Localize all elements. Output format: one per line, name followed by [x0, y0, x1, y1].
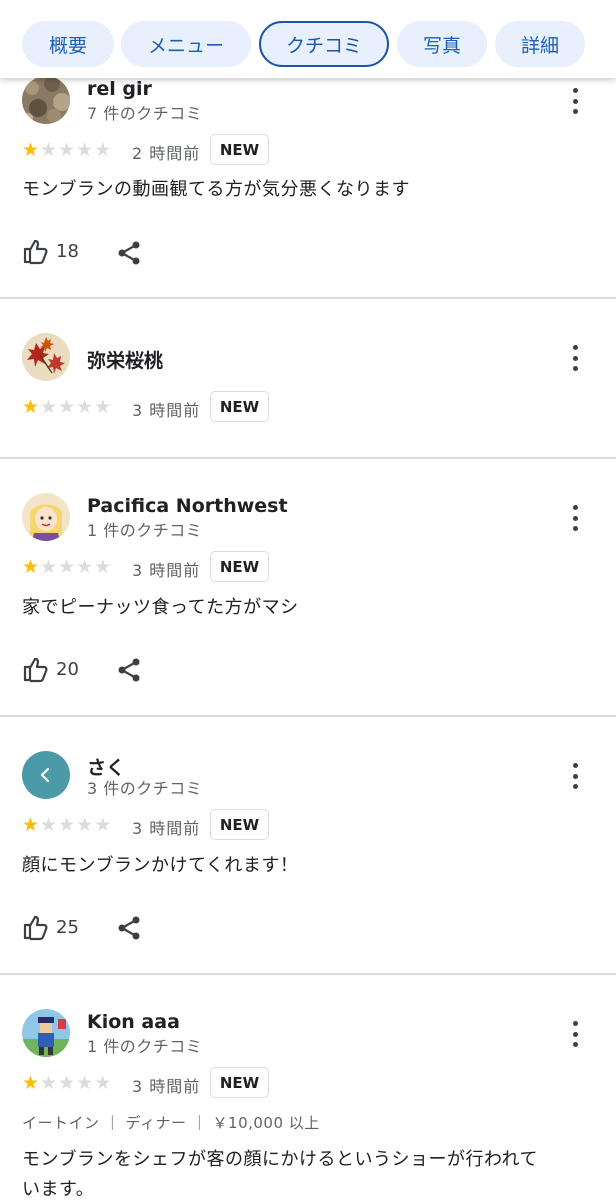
review-text: 顔にモンブランかけてくれます！ — [22, 855, 299, 876]
review-count: 7 件のクチコミ — [87, 104, 203, 123]
review-text: モンブランの動画観てる方が気分悪くなります — [22, 179, 410, 200]
review-count: 3 件のクチコミ — [87, 779, 203, 798]
new-badge: NEW — [210, 809, 269, 840]
star-icon: ★ — [94, 1072, 112, 1094]
like-count: 20 — [56, 658, 79, 680]
review-time: 3 時間前 — [132, 1077, 201, 1096]
star-icon: ★ — [22, 556, 40, 578]
star-rating: ★ ★ ★ ★ ★ — [22, 815, 111, 835]
star-icon: ★ — [58, 396, 76, 418]
tab-photos[interactable]: 写真 — [397, 21, 487, 67]
review-text: モンブランをシェフが客の顔にかけるというショーが行われて います。 — [22, 1145, 597, 1200]
star-rating: ★ ★ ★ ★ ★ — [22, 397, 111, 417]
maple-leaf-avatar — [22, 333, 70, 381]
chevron-left-icon — [40, 767, 50, 783]
star-icon: ★ — [22, 396, 40, 418]
star-rating: ★ ★ ★ ★ ★ — [22, 140, 111, 160]
star-icon: ★ — [76, 814, 94, 836]
star-icon: ★ — [58, 1072, 76, 1094]
share-icon — [118, 241, 140, 265]
reviewer-name[interactable]: 弥栄桜桃 — [87, 346, 163, 373]
reviewer-avatar[interactable] — [22, 1009, 70, 1057]
star-icon: ★ — [94, 396, 112, 418]
game-character-avatar — [22, 1009, 70, 1057]
new-badge: NEW — [210, 1067, 269, 1098]
star-icon: ★ — [76, 139, 94, 161]
review-card: さく 3 件のクチコミ ★ ★ ★ ★ ★ 3 時間前 NEW 顔にモンブランか… — [0, 717, 616, 973]
star-icon: ★ — [40, 139, 58, 161]
star-icon: ★ — [58, 556, 76, 578]
reviewer-avatar[interactable] — [22, 493, 70, 541]
review-count: 1 件のクチコミ — [87, 1037, 203, 1056]
star-rating: ★ ★ ★ ★ ★ — [22, 557, 111, 577]
new-badge: NEW — [210, 551, 269, 582]
reviewer-avatar[interactable] — [22, 333, 70, 381]
star-icon: ★ — [40, 1072, 58, 1094]
like-button[interactable]: 25 — [22, 913, 79, 941]
thumbs-up-icon — [23, 657, 48, 683]
share-icon — [118, 916, 140, 940]
reviewer-avatar[interactable] — [22, 751, 70, 799]
tab-overview[interactable]: 概要 — [22, 21, 114, 67]
more-options-icon[interactable] — [564, 761, 586, 791]
like-button[interactable]: 18 — [22, 237, 79, 265]
reviewer-name[interactable]: Kion aaa — [87, 1011, 180, 1033]
tab-details[interactable]: 詳細 — [495, 21, 585, 67]
review-card: Kion aaa 1 件のクチコミ ★ ★ ★ ★ ★ 3 時間前 NEW イー… — [0, 975, 616, 1200]
share-icon — [118, 658, 140, 682]
share-button[interactable] — [116, 915, 142, 945]
share-button[interactable] — [116, 240, 142, 270]
star-icon: ★ — [40, 556, 58, 578]
review-count: 1 件のクチコミ — [87, 521, 203, 540]
review-text-line: モンブランをシェフが客の顔にかけるというショーが行われて — [22, 1149, 539, 1170]
review-text-line: います。 — [22, 1179, 95, 1200]
star-icon: ★ — [58, 139, 76, 161]
review-card: Pacifica Northwest 1 件のクチコミ ★ ★ ★ ★ ★ 3 … — [0, 459, 616, 715]
cartoon-character-avatar — [22, 493, 70, 541]
star-rating: ★ ★ ★ ★ ★ — [22, 1073, 111, 1093]
review-time: 3 時間前 — [132, 401, 201, 420]
more-options-icon[interactable] — [564, 1019, 586, 1049]
share-button[interactable] — [116, 657, 142, 687]
star-icon: ★ — [94, 556, 112, 578]
reviewer-name[interactable]: rel gir — [87, 78, 152, 100]
like-count: 25 — [56, 916, 79, 938]
reviewer-avatar[interactable] — [22, 76, 70, 124]
more-options-icon[interactable] — [564, 503, 586, 533]
tab-reviews[interactable]: クチコミ — [259, 21, 389, 67]
thumbs-up-icon — [23, 239, 48, 265]
tab-menu[interactable]: メニュー — [121, 21, 251, 67]
star-icon: ★ — [22, 139, 40, 161]
star-icon: ★ — [40, 396, 58, 418]
tab-bar: 概要 メニュー クチコミ 写真 詳細 — [0, 0, 616, 78]
rock-photo-avatar — [22, 76, 70, 124]
like-button[interactable]: 20 — [22, 655, 79, 683]
more-options-icon[interactable] — [564, 86, 586, 116]
new-badge: NEW — [210, 391, 269, 422]
review-time: 3 時間前 — [132, 819, 201, 838]
star-icon: ★ — [22, 1072, 40, 1094]
star-icon: ★ — [76, 1072, 94, 1094]
thumbs-up-icon — [23, 915, 48, 941]
review-time: 2 時間前 — [132, 144, 201, 163]
review-meta: イートイン ｜ ディナー ｜ ￥10,000 以上 — [22, 1114, 320, 1132]
star-icon: ★ — [76, 556, 94, 578]
star-icon: ★ — [40, 814, 58, 836]
star-icon: ★ — [94, 139, 112, 161]
review-time: 3 時間前 — [132, 561, 201, 580]
star-icon: ★ — [22, 814, 40, 836]
star-icon: ★ — [94, 814, 112, 836]
like-count: 18 — [56, 240, 79, 262]
star-icon: ★ — [58, 814, 76, 836]
new-badge: NEW — [210, 134, 269, 165]
star-icon: ★ — [76, 396, 94, 418]
more-options-icon[interactable] — [564, 343, 586, 373]
review-card: 弥栄桜桃 ★ ★ ★ ★ ★ 3 時間前 NEW — [0, 299, 616, 457]
review-text: 家でピーナッツ食ってた方がマシ — [22, 597, 299, 618]
reviewer-name[interactable]: Pacifica Northwest — [87, 495, 288, 517]
